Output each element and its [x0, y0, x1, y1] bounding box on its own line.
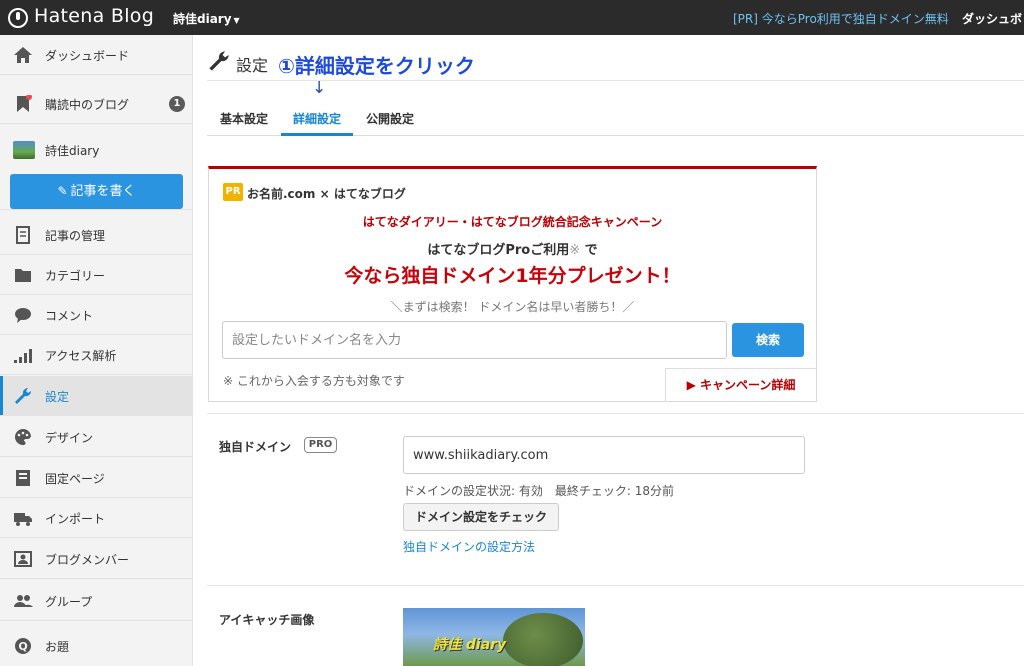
hatena-logo-icon[interactable]: [8, 8, 28, 28]
group-icon: [14, 595, 33, 607]
sidebar-item-topics[interactable]: Q お題: [0, 626, 193, 666]
pr-headline: 今なら独自ドメイン1年分プレゼント！: [344, 265, 681, 287]
sidebar-item-label: 固定ページ: [45, 472, 105, 486]
sidebar-item-subscriptions[interactable]: 購読中のブログ 1: [0, 84, 193, 124]
pr-campaign-title: はてなダイアリー・はてなブログ統合記念キャンペーン: [362, 215, 663, 229]
domain-howto-link[interactable]: 独自ドメインの設定方法: [403, 538, 535, 555]
tab-advanced[interactable]: 詳細設定: [293, 110, 341, 127]
member-icon: [14, 551, 32, 567]
sidebar-item-label: お題: [45, 640, 70, 654]
sidebar-item-pages[interactable]: 固定ページ: [0, 458, 193, 498]
sidebar-item-label: デザイン: [45, 431, 94, 445]
sidebar-item-label: コメント: [45, 309, 94, 323]
domain-search-input[interactable]: [222, 321, 727, 359]
sidebar-item-label: インポート: [45, 512, 106, 526]
blog-switcher[interactable]: 詩佳diary ▼: [173, 10, 240, 27]
write-post-button[interactable]: ✎ 記事を書く: [10, 174, 183, 209]
pr-tag: PR: [223, 183, 243, 201]
sidebar-item-label: アクセス解析: [45, 349, 117, 363]
pro-badge: PRO: [304, 437, 337, 453]
custom-domain-input[interactable]: [403, 436, 805, 474]
sidebar-item-label: 設定: [45, 390, 70, 404]
top-bar: Hatena Blog 詩佳diary ▼ [PR] 今ならPro利用で独自ドメイ…: [0, 0, 1024, 35]
wrench-icon: [209, 51, 229, 71]
signal-icon: [14, 349, 32, 363]
truck-icon: [14, 513, 32, 526]
sidebar-item-posts[interactable]: 記事の管理: [0, 215, 193, 255]
sidebar-item-label: カテゴリー: [45, 269, 106, 283]
document-icon: [16, 226, 30, 244]
bookmark-icon: [17, 95, 32, 112]
blog-thumbnail[interactable]: [13, 141, 35, 159]
pr-subtitle-mark: ※: [569, 243, 581, 258]
sidebar-item-categories[interactable]: カテゴリー: [0, 255, 193, 295]
eyecatch-label: アイキャッチ画像: [219, 613, 315, 627]
sidebar-item-label: 記事の管理: [45, 229, 106, 243]
folder-icon: [15, 269, 31, 282]
eyecatch-image-text: 詩佳 diary: [433, 637, 507, 653]
pr-tagline: ＼まずは検索！ ドメイン名は早い者勝ち！／: [390, 300, 635, 314]
divider: [207, 585, 1024, 586]
domain-status-text: ドメインの設定状況: 有効 最終チェック: 18分前: [403, 484, 674, 498]
sidebar-item-analytics[interactable]: アクセス解析: [0, 335, 193, 375]
custom-domain-label: 独自ドメイン: [219, 440, 292, 454]
caret-down-icon: ▼: [233, 16, 240, 25]
page-icon: [16, 470, 30, 486]
sidebar-item-label: ブログメンバー: [45, 553, 130, 567]
campaign-detail-link[interactable]: ▶ キャンペーン詳細: [665, 368, 816, 402]
sidebar-item-design[interactable]: デザイン: [0, 417, 193, 457]
tab-publish[interactable]: 公開設定: [366, 110, 414, 127]
sidebar-item-label: グループ: [45, 595, 93, 609]
sidebar-item-members[interactable]: ブログメンバー: [0, 539, 193, 579]
sidebar-item-groups[interactable]: グループ: [0, 581, 193, 621]
sidebar-item-comments[interactable]: コメント: [0, 295, 193, 335]
tab-basic[interactable]: 基本設定: [220, 110, 268, 127]
annotation-text: ①詳細設定をクリック: [278, 54, 475, 78]
pr-subtitle-text: はてなブログProご利用: [427, 243, 570, 258]
page-title: 設定: [236, 56, 269, 75]
logo-text[interactable]: Hatena Blog: [34, 5, 154, 27]
edit-icon: ✎: [57, 184, 68, 198]
pr-subtitle-suffix: で: [580, 243, 598, 258]
sidebar-item-label: 購読中のブログ: [45, 98, 130, 112]
pr-brand: お名前.com × はてなブログ: [247, 187, 406, 201]
active-tab-indicator: [281, 133, 353, 136]
palette-icon: [15, 428, 31, 446]
sidebar-item-import[interactable]: インポート: [0, 498, 193, 538]
tree-graphic: [503, 613, 583, 666]
blog-switcher-label: 詩佳diary: [173, 12, 232, 26]
pr-note: ※ これから入会する方も対象です: [223, 374, 405, 388]
dashboard-link[interactable]: ダッシュボ: [962, 10, 1022, 27]
sidebar-item-label[interactable]: 詩佳diary: [45, 142, 99, 159]
comment-icon: [15, 308, 31, 323]
annotation-arrow: ↓: [312, 78, 327, 98]
pr-campaign-box: PR お名前.com × はてなブログ はてなダイアリー・はてなブログ統合記念キ…: [208, 166, 817, 402]
sidebar-item-settings[interactable]: 設定: [0, 376, 193, 416]
pr-subtitle: はてなブログProご利用※ で: [209, 239, 816, 258]
wrench-icon: [15, 387, 32, 404]
eyecatch-image[interactable]: 詩佳 diary: [403, 608, 585, 666]
question-icon: Q: [15, 638, 31, 654]
write-post-label: 記事を書く: [70, 184, 136, 199]
unread-count-badge: 1: [169, 96, 185, 112]
check-domain-button[interactable]: ドメイン設定をチェック: [403, 503, 559, 531]
sidebar: ダッシュボード 購読中のブログ 1 詩佳diary ✎ 記事を書く 記事の管理 カ…: [0, 35, 193, 666]
sidebar-item-dashboard[interactable]: ダッシュボード: [0, 35, 193, 75]
pr-link[interactable]: [PR] 今ならPro利用で独自ドメイン無料: [733, 10, 949, 27]
home-icon: [14, 47, 32, 63]
divider: [207, 413, 1024, 414]
divider: [207, 80, 1024, 81]
domain-search-button[interactable]: 検索: [732, 323, 804, 357]
svg-text:Q: Q: [18, 640, 27, 653]
sidebar-item-label: ダッシュボード: [45, 49, 130, 63]
